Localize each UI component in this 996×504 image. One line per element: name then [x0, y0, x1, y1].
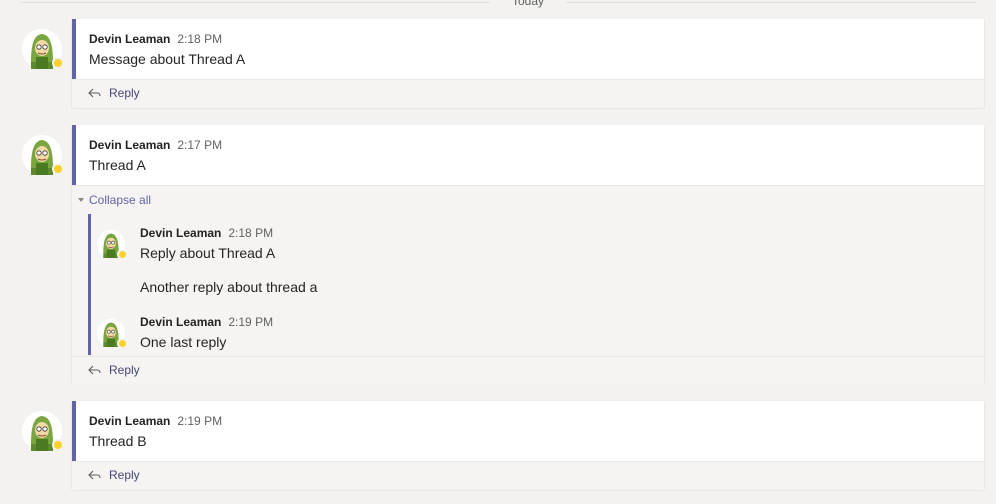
message-footer: Reply: [72, 356, 984, 385]
date-divider-label: Today: [511, 0, 545, 8]
message-text: Thread A: [89, 157, 146, 173]
away-presence-icon: [117, 338, 128, 349]
away-presence-icon: [117, 249, 128, 260]
avatar[interactable]: [22, 29, 64, 69]
away-presence-icon: [52, 439, 64, 451]
chevron-down-icon: [78, 198, 84, 202]
reply-label: Reply: [109, 86, 140, 100]
avatar[interactable]: [97, 230, 128, 260]
message-time: 2:19 PM: [177, 414, 223, 428]
thread-replies: Collapse all Devin Leaman 2:18 PM Reply …: [72, 185, 984, 356]
reply-time: 2:19 PM: [228, 315, 274, 329]
message-body[interactable]: Devin Leaman 2:17 PM Thread A: [72, 125, 984, 185]
message-text: Thread B: [89, 433, 147, 449]
reply-text: Reply about Thread A: [140, 245, 276, 261]
reply-text: Another reply about thread a: [140, 279, 318, 295]
reply-author[interactable]: Devin Leaman: [140, 315, 221, 329]
message-footer: Reply: [72, 79, 984, 108]
message-time: 2:17 PM: [177, 138, 223, 152]
avatar[interactable]: [97, 319, 128, 349]
message-text: Message about Thread A: [89, 51, 246, 67]
reply-button[interactable]: Reply: [88, 363, 140, 377]
message-body[interactable]: Devin Leaman 2:19 PM Thread B: [72, 401, 984, 461]
collapse-all-button[interactable]: Collapse all: [78, 193, 151, 207]
reply-button[interactable]: Reply: [88, 86, 140, 100]
reply-arrow-icon: [88, 365, 101, 375]
avatar[interactable]: [22, 135, 64, 175]
date-divider: Today: [0, 0, 996, 10]
message-author[interactable]: Devin Leaman: [89, 414, 170, 428]
reply-button[interactable]: Reply: [88, 468, 140, 482]
message-author[interactable]: Devin Leaman: [89, 138, 170, 152]
reply-text: One last reply: [140, 334, 227, 350]
reply-arrow-icon: [88, 88, 101, 98]
message-footer: Reply: [72, 461, 984, 490]
reply-time: 2:18 PM: [228, 226, 274, 240]
reply-arrow-icon: [88, 470, 101, 480]
message-card: Devin Leaman 2:18 PM Message about Thread…: [72, 19, 984, 108]
message-card: Devin Leaman 2:19 PM Thread B Reply: [72, 401, 984, 490]
reply-list: Devin Leaman 2:18 PM Reply about Thread A…: [88, 214, 987, 355]
reply-author[interactable]: Devin Leaman: [140, 226, 221, 240]
message-author[interactable]: Devin Leaman: [89, 32, 170, 46]
message-time: 2:18 PM: [177, 32, 223, 46]
message-body[interactable]: Devin Leaman 2:18 PM Message about Thread…: [72, 19, 984, 79]
away-presence-icon: [52, 57, 64, 69]
collapse-all-label: Collapse all: [89, 193, 152, 207]
reply-label: Reply: [109, 363, 140, 377]
message-card: Devin Leaman 2:17 PM Thread A Collapse al…: [72, 125, 984, 385]
reply-label: Reply: [109, 468, 140, 482]
away-presence-icon: [52, 163, 64, 175]
avatar[interactable]: [22, 411, 64, 451]
